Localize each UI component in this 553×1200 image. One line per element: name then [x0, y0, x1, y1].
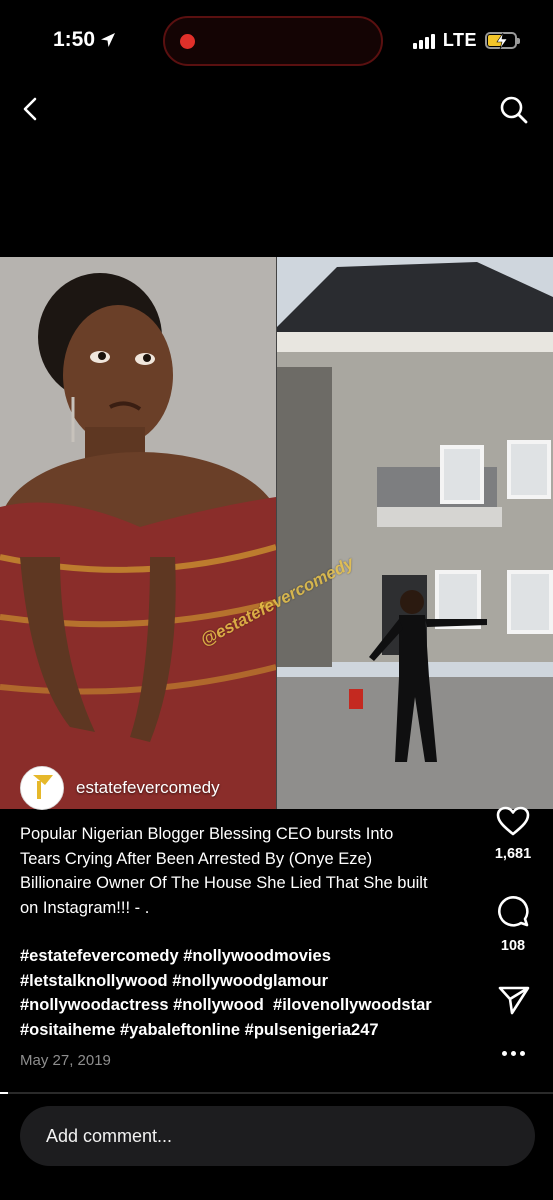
comment-placeholder: Add comment...: [46, 1125, 173, 1146]
location-arrow-icon: [99, 31, 117, 49]
video-left-panel: [0, 257, 276, 809]
like-button[interactable]: 1,681: [495, 806, 531, 862]
charging-bolt-icon: [496, 32, 508, 50]
efc-logo-icon: [21, 767, 63, 809]
woman-portrait-image: [0, 257, 276, 809]
cellular-signal-icon: [412, 33, 435, 49]
reel-video[interactable]: @estatefevercomedy: [0, 257, 553, 809]
video-progress-track[interactable]: [0, 1092, 553, 1094]
comment-icon: [498, 896, 529, 927]
caption-text: Popular Nigerian Blogger Blessing CEO bu…: [20, 825, 428, 917]
comment-button[interactable]: 108: [495, 894, 531, 954]
battery-icon: [485, 32, 520, 50]
share-button[interactable]: [496, 985, 532, 1015]
network-type: LTE: [442, 30, 477, 50]
more-horizontal-icon[interactable]: [495, 1051, 531, 1056]
hashtag-line[interactable]: #letstalknollywood #nollywoodglamour: [20, 969, 480, 994]
dynamic-island[interactable]: [163, 16, 383, 66]
heart-icon: [496, 806, 530, 836]
hashtag-list: #estatefevercomedy #nollywoodmovies #let…: [20, 944, 480, 1042]
chevron-left-icon[interactable]: [20, 96, 44, 122]
house-image: [277, 257, 553, 809]
hashtag-line[interactable]: #ositaiheme #yabaleftonline #pulsenigeri…: [20, 1018, 480, 1043]
comment-count: 108: [500, 938, 526, 954]
status-bar: 1:50 LTE: [0, 0, 553, 82]
post-caption[interactable]: Popular Nigerian Blogger Blessing CEO bu…: [20, 822, 480, 1042]
hashtag-line[interactable]: #nollywoodactress #nollywood #ilovenolly…: [20, 993, 480, 1018]
search-icon[interactable]: [499, 95, 529, 125]
video-right-panel: [277, 257, 553, 809]
send-icon: [498, 986, 530, 1015]
like-count: 1,681: [494, 846, 532, 862]
hashtag-line[interactable]: #estatefevercomedy #nollywoodmovies: [20, 944, 480, 969]
reel-screen: 1:50 LTE @estatefevercomedy estatefeverc…: [0, 0, 553, 1200]
status-time-group: 1:50: [53, 28, 117, 52]
avatar[interactable]: [20, 766, 64, 810]
status-indicators: LTE: [412, 30, 520, 51]
recording-indicator-icon: [180, 34, 195, 49]
video-progress-fill: [0, 1092, 8, 1094]
post-date: May 27, 2019: [20, 1052, 111, 1069]
author-username[interactable]: estatefevercomedy: [76, 778, 220, 798]
comment-input[interactable]: Add comment...: [20, 1106, 535, 1166]
status-time: 1:50: [53, 28, 96, 51]
post-author[interactable]: estatefevercomedy: [20, 766, 220, 810]
battery-cap: [517, 38, 520, 44]
